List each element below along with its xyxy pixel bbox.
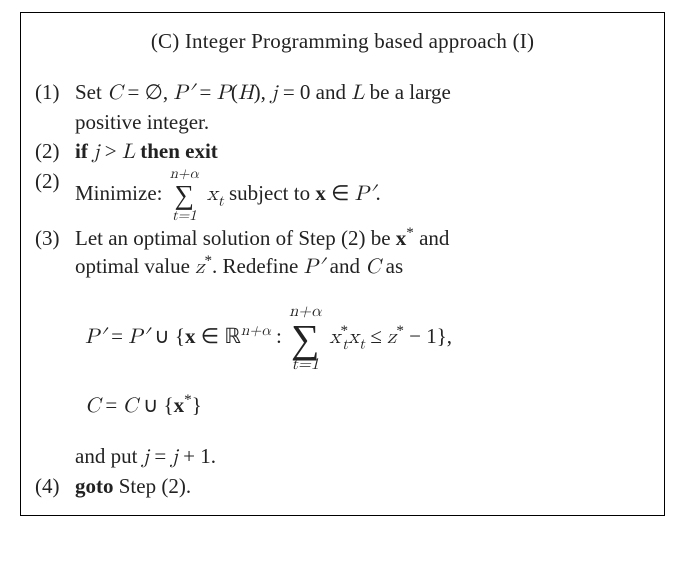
step-body: Minimize: n+α∑t=1xt subject to x ∈ P′. <box>75 167 650 224</box>
algorithm-title: (C) Integer Programming based approach (… <box>35 29 650 54</box>
equation-pprime: P′ = P′ ∪ {x ∈ ℝn+α : n+α∑t=1x*txt ≤ z* … <box>85 304 650 373</box>
equation-c: C = C ∪ {x*} <box>85 387 650 426</box>
step-body: if j > L then exit <box>75 137 650 167</box>
step-number: (4) <box>35 472 75 500</box>
step-2a: (2) if j > L then exit <box>35 137 650 167</box>
step-body: Set C = ∅, P′ = P(H), j = 0 and L be a l… <box>75 78 650 137</box>
algorithm-box: (C) Integer Programming based approach (… <box>20 12 665 516</box>
step-body: Let an optimal solution of Step (2) be x… <box>75 224 650 283</box>
step-body: goto Step (2). <box>75 472 650 500</box>
step-number: (1) <box>35 78 75 137</box>
step-1: (1) Set C = ∅, P′ = P(H), j = 0 and L be… <box>35 78 650 137</box>
step-3: (3) Let an optimal solution of Step (2) … <box>35 224 650 283</box>
sum-symbol-big: n+α∑t=1 <box>289 304 321 373</box>
step-2b: (2) Minimize: n+α∑t=1xt subject to x ∈ P… <box>35 167 650 224</box>
step-body: and put j = j + 1. <box>75 442 650 472</box>
step-number: (2) <box>35 137 75 167</box>
step-number: (2) <box>35 167 75 224</box>
step-3-tail: and put j = j + 1. <box>35 442 650 472</box>
step-number: (3) <box>35 224 75 283</box>
step-number <box>35 442 75 472</box>
sum-symbol: n+α∑t=1 <box>170 167 199 224</box>
equation-block: P′ = P′ ∪ {x ∈ ℝn+α : n+α∑t=1x*txt ≤ z* … <box>85 304 650 425</box>
step-4: (4) goto Step (2). <box>35 472 650 500</box>
